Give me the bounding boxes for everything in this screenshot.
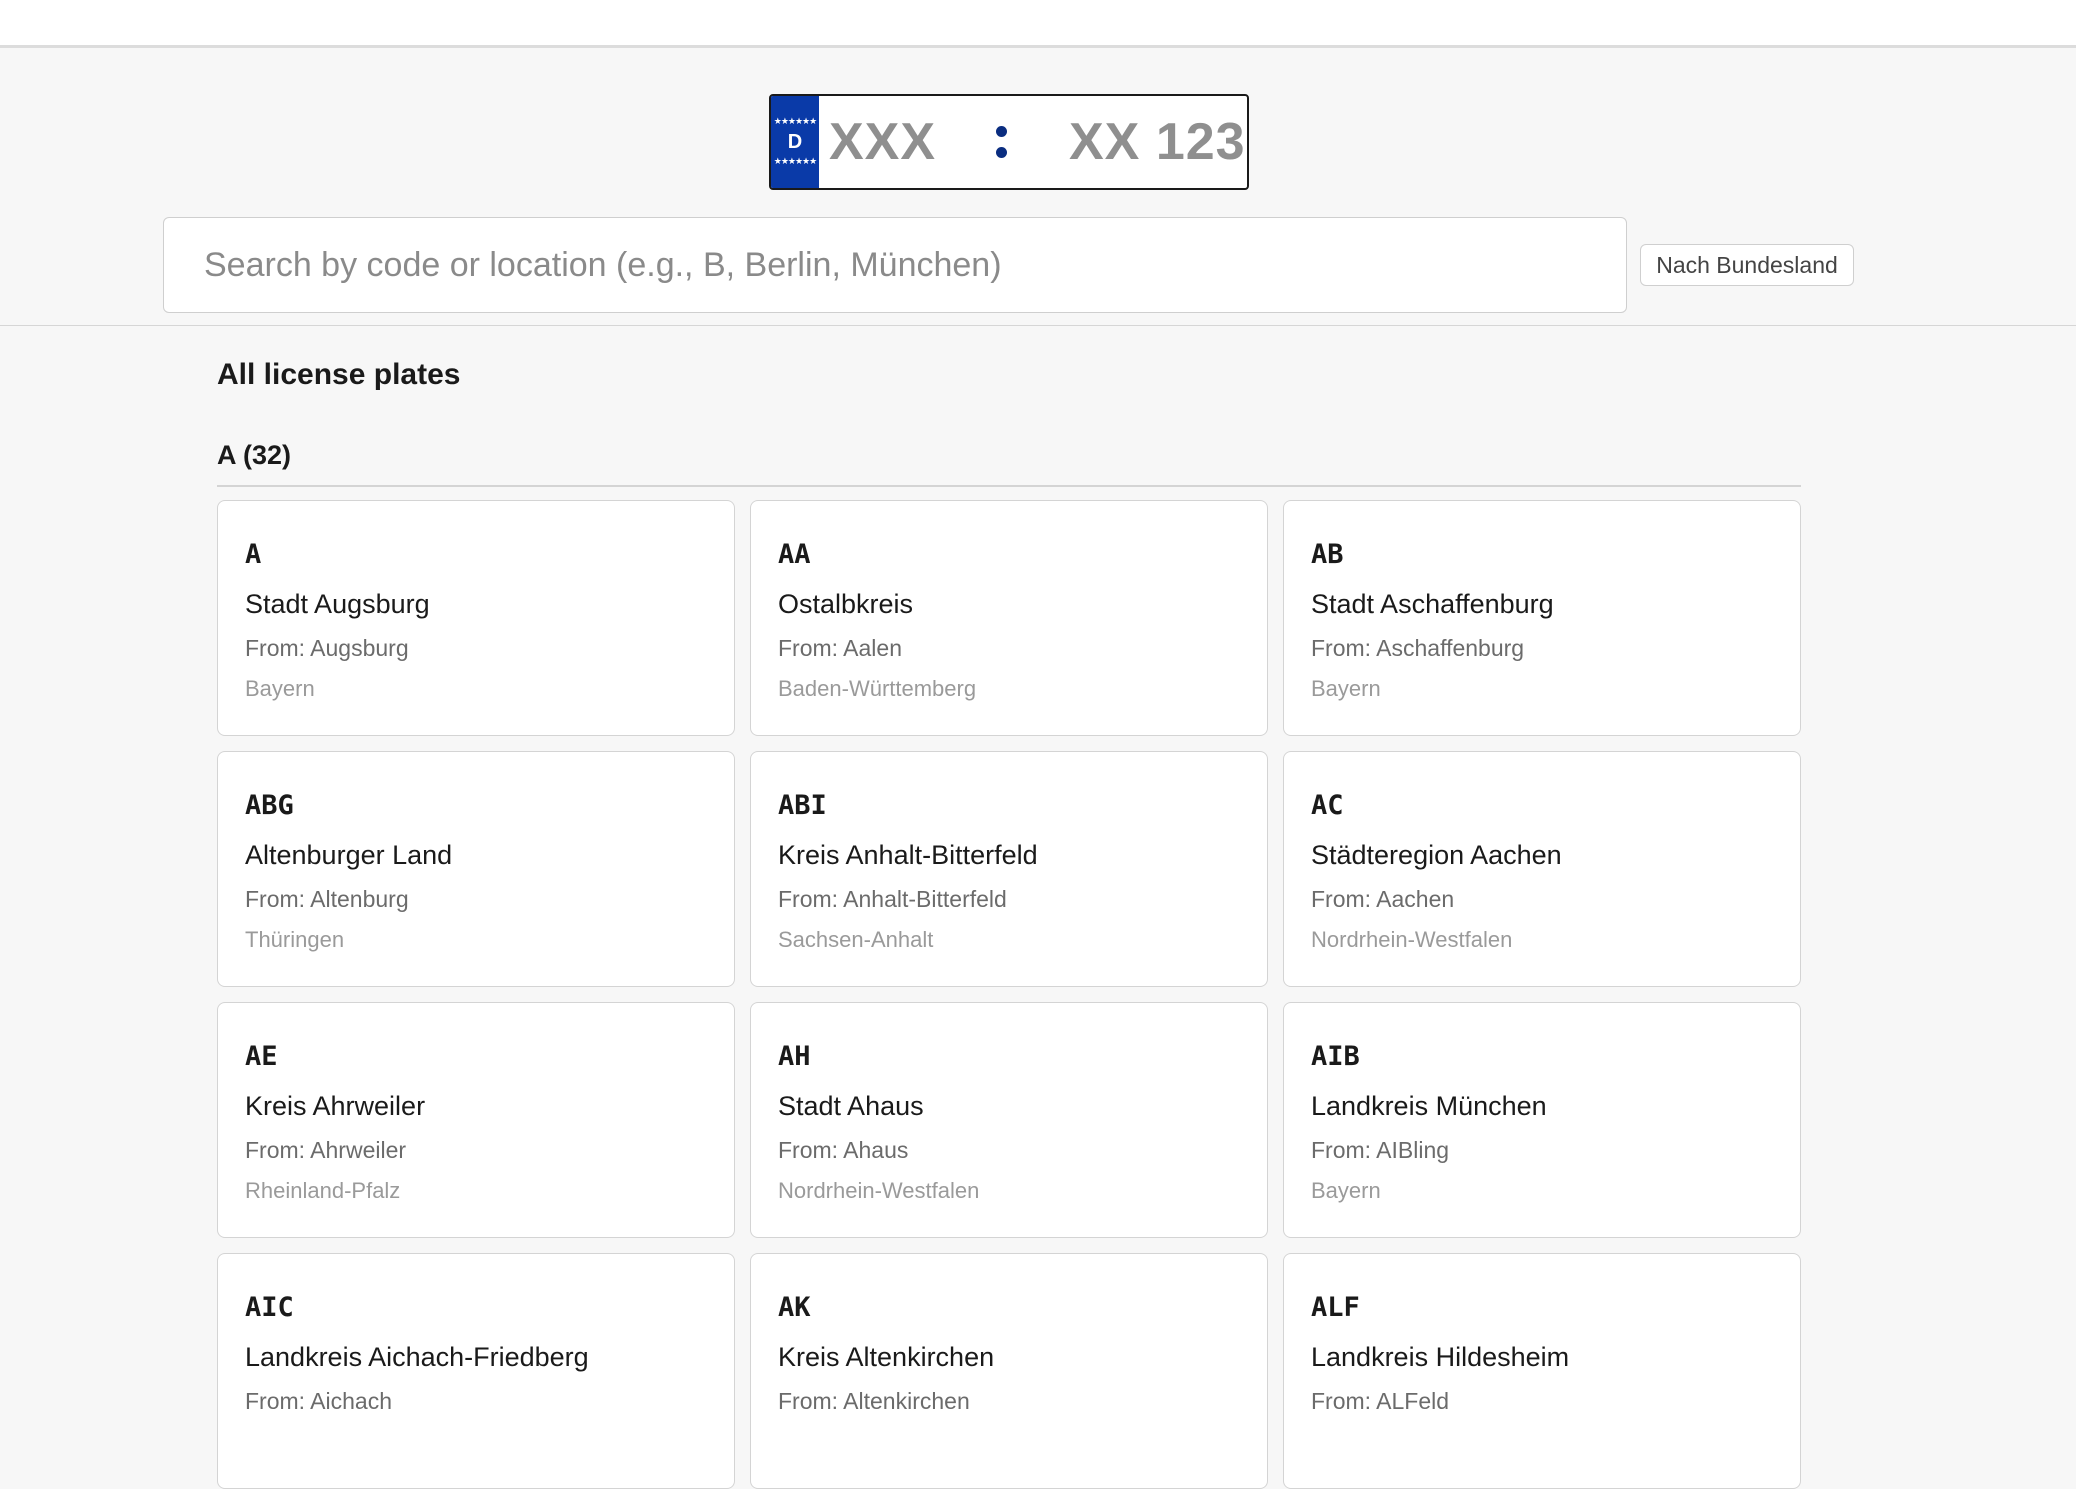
district-name: Kreis Anhalt-Bitterfeld <box>778 840 1038 870</box>
plate-card[interactable]: A Stadt Augsburg From: Augsburg Bayern <box>217 500 735 736</box>
plate-code: ABG <box>245 790 294 821</box>
state-name: Nordrhein-Westfalen <box>778 1178 980 1203</box>
plate-code: ABI <box>778 790 827 821</box>
origin-text: From: Aichach <box>245 1388 392 1414</box>
eu-band: ★★★★★★ D ★★★★★★ <box>771 96 819 188</box>
plate-card[interactable]: AH Stadt Ahaus From: Ahaus Nordrhein-Wes… <box>750 1002 1268 1238</box>
search-input[interactable] <box>163 217 1627 313</box>
district-name: Kreis Altenkirchen <box>778 1342 995 1372</box>
district-name: Ostalbkreis <box>778 589 914 619</box>
origin-text: From: ALFeld <box>1311 1388 1450 1414</box>
plate-code: AH <box>778 1041 811 1072</box>
plate-card[interactable]: AIC Landkreis Aichach-Friedberg From: Ai… <box>217 1253 735 1489</box>
license-plate-display: ★★★★★★ D ★★★★★★ XXX XX 123 <box>769 94 1249 190</box>
plate-grid: A Stadt Augsburg From: Augsburg Bayern A… <box>217 500 1801 1489</box>
plate-seal-icon <box>995 126 1009 162</box>
plate-card[interactable]: AA Ostalbkreis From: Aalen Baden-Württem… <box>750 500 1268 736</box>
plate-code: AA <box>778 539 811 570</box>
origin-text: From: AIBling <box>1311 1137 1450 1163</box>
district-name: Altenburger Land <box>245 840 453 870</box>
state-name: Bayern <box>245 676 315 701</box>
district-name: Stadt Augsburg <box>245 589 430 619</box>
origin-text: From: Ahrweiler <box>245 1137 407 1163</box>
origin-text: From: Aachen <box>1311 886 1455 912</box>
state-name: Rheinland-Pfalz <box>245 1178 401 1203</box>
top-bar <box>0 0 2076 48</box>
plate-code: AE <box>245 1041 278 1072</box>
eu-stars-icon: ★★★★★★ <box>773 157 817 167</box>
origin-text: From: Anhalt-Bitterfeld <box>778 886 1007 912</box>
page-title: All license plates <box>217 358 461 391</box>
state-name: Baden-Württemberg <box>778 676 977 701</box>
plate-code: AB <box>1311 539 1344 570</box>
district-name: Kreis Ahrweiler <box>245 1091 426 1121</box>
state-name: Sachsen-Anhalt <box>778 927 934 952</box>
origin-text: From: Augsburg <box>245 635 409 661</box>
plate-card[interactable]: AB Stadt Aschaffenburg From: Aschaffenbu… <box>1283 500 1801 736</box>
plate-card[interactable]: ABI Kreis Anhalt-Bitterfeld From: Anhalt… <box>750 751 1268 987</box>
district-name: Landkreis München <box>1311 1091 1547 1121</box>
origin-text: From: Aschaffenburg <box>1311 635 1525 661</box>
plate-card[interactable]: ALF Landkreis Hildesheim From: ALFeld <box>1283 1253 1801 1489</box>
filter-by-state-button[interactable]: Nach Bundesland <box>1640 244 1854 286</box>
district-name: Landkreis Aichach-Friedberg <box>245 1342 589 1372</box>
origin-text: From: Aalen <box>778 635 902 661</box>
plate-card[interactable]: AC Städteregion Aachen From: Aachen Nord… <box>1283 751 1801 987</box>
state-name: Bayern <box>1311 676 1381 701</box>
plate-card[interactable]: AE Kreis Ahrweiler From: Ahrweiler Rhein… <box>217 1002 735 1238</box>
district-name: Stadt Aschaffenburg <box>1311 589 1554 619</box>
plate-code: AK <box>778 1292 811 1323</box>
plate-code: AC <box>1311 790 1344 821</box>
origin-text: From: Altenkirchen <box>778 1388 970 1414</box>
group-title: A (32) <box>217 440 292 470</box>
plate-card[interactable]: AIB Landkreis München From: AIBling Baye… <box>1283 1002 1801 1238</box>
eu-stars-icon: ★★★★★★ <box>773 117 817 127</box>
state-name: Bayern <box>1311 1178 1381 1203</box>
state-name: Thüringen <box>245 927 345 952</box>
plate-number-placeholder: XX 123 <box>1069 113 1246 171</box>
plate-district-placeholder: XXX <box>829 113 937 171</box>
header: ★★★★★★ D ★★★★★★ XXX XX 123 Nach Bundesla… <box>0 48 2076 326</box>
origin-text: From: Altenburg <box>245 886 409 912</box>
origin-text: From: Ahaus <box>778 1137 909 1163</box>
plate-card[interactable]: ABG Altenburger Land From: Altenburg Thü… <box>217 751 735 987</box>
district-name: Landkreis Hildesheim <box>1311 1342 1570 1372</box>
divider <box>217 485 1801 487</box>
plate-card[interactable]: AK Kreis Altenkirchen From: Altenkirchen <box>750 1253 1268 1489</box>
country-code: D <box>787 131 803 153</box>
district-name: Stadt Ahaus <box>778 1091 924 1121</box>
state-name: Nordrhein-Westfalen <box>1311 927 1513 952</box>
district-name: Städteregion Aachen <box>1311 840 1562 870</box>
plate-code: ALF <box>1311 1292 1360 1323</box>
plate-code: AIB <box>1311 1041 1360 1072</box>
plate-code: AIC <box>245 1292 294 1323</box>
plate-code: A <box>245 539 262 570</box>
